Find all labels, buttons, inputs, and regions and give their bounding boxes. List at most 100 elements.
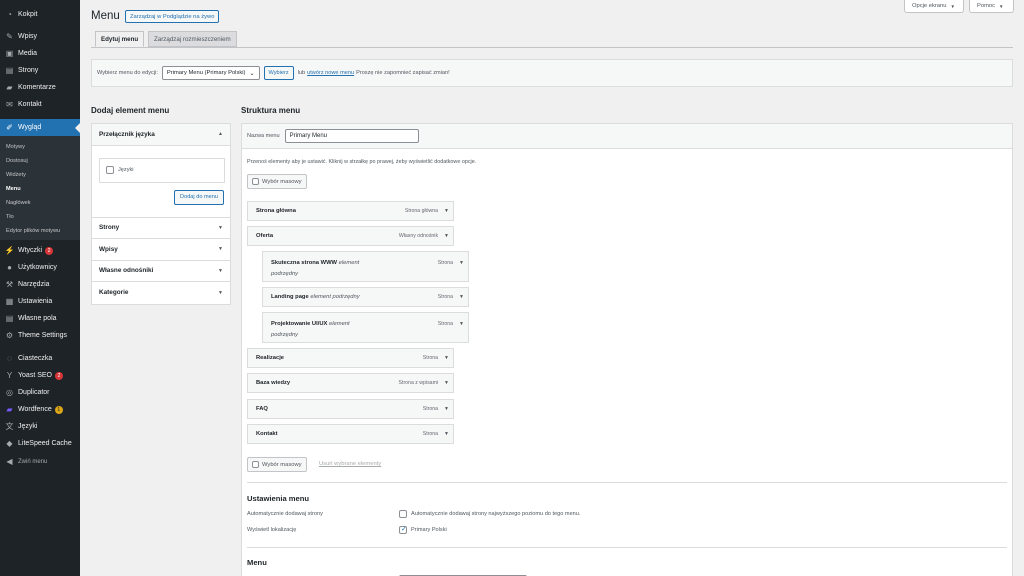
menu-item-subtitle: element podrzędny: [310, 293, 360, 300]
submenu-item-themes[interactable]: Motywy: [6, 144, 25, 150]
caret-down-icon[interactable]: ▼: [444, 208, 449, 214]
caret-down-icon[interactable]: ▼: [459, 294, 464, 300]
sidebar-item-posts[interactable]: ✎ Wpisy: [0, 28, 80, 45]
tab-manage-locations[interactable]: Zarządzaj rozmieszczeniem: [148, 31, 237, 47]
location-label: Wyświetl lokalizację: [247, 527, 297, 533]
menu-item-child[interactable]: Projektowanie UI/UX element podrzędny Stro…: [262, 312, 469, 343]
screen-options-label: Opcje ekranu: [912, 3, 947, 9]
select-button[interactable]: Wybierz: [263, 66, 294, 80]
languages-option: Języki: [99, 157, 225, 183]
sidebar-item-label: Użytkownicy: [18, 264, 57, 271]
remove-selected-link[interactable]: Usuń wybrane elementy: [319, 461, 381, 467]
sidebar-item-plugins[interactable]: ⚡ Wtyczki 2: [0, 242, 80, 259]
sidebar-item-litespeed[interactable]: ◆ LiteSpeed Cache: [0, 435, 80, 452]
settings-icon: ▦: [5, 296, 14, 306]
sidebar-item-languages[interactable]: 文 Języki: [0, 418, 80, 435]
accordion-custom-links[interactable]: Własne odnośniki ▼: [92, 261, 230, 282]
caret-down-icon[interactable]: ▼: [459, 321, 464, 327]
accordion-categories[interactable]: Kategorie ▼: [92, 282, 230, 304]
sidebar-item-dashboard[interactable]: ◔ Kokpit: [0, 6, 80, 23]
menu-item-type: Strona: [422, 406, 439, 412]
accordion-pages[interactable]: Strony ▼: [92, 218, 230, 239]
dashboard-icon: ◔: [7, 9, 12, 19]
sidebar-item-pages[interactable]: ▤ Strony: [0, 62, 80, 79]
collapse-menu-button[interactable]: ◀ Zwiń menu: [0, 453, 80, 470]
tab-edit-menu[interactable]: Edytuj menu: [95, 31, 145, 47]
menu-item-type: Strona z wpisami: [398, 380, 439, 386]
caret-down-icon[interactable]: ▼: [444, 380, 449, 386]
menu-name-input[interactable]: Primary Menu: [284, 129, 419, 143]
sidebar-item-settings[interactable]: ▦ Ustawienia: [0, 293, 80, 310]
sidebar-item-yoast[interactable]: Y Yoast SEO 2: [0, 367, 80, 384]
sidebar-item-custom-fields[interactable]: ▤ Własne pola: [0, 310, 80, 327]
sidebar-item-users[interactable]: ● Użytkownicy: [0, 259, 80, 276]
languages-checkbox[interactable]: [106, 166, 114, 174]
sidebar-item-label: Theme Settings: [18, 332, 68, 339]
sidebar-item-media[interactable]: ▣ Media: [0, 45, 80, 62]
menu-select[interactable]: Primary Menu (Primary Polski) ⌄: [161, 66, 260, 80]
menu-item[interactable]: Strona główna Strona główna ▼: [247, 201, 454, 221]
sidebar-item-cookies[interactable]: ◌ Ciasteczka: [0, 350, 80, 367]
users-icon: ●: [7, 262, 12, 272]
menu-item-title: Projektowanie UI/UX: [271, 321, 328, 327]
menu-item[interactable]: FAQ Strona ▼: [247, 399, 454, 419]
bulk-select-checkbox[interactable]: [252, 178, 259, 185]
appearance-submenu: Motywy Dostosuj Widżety Menu Nagłówek Tł…: [0, 136, 80, 240]
caret-down-icon[interactable]: ▼: [444, 406, 449, 412]
location-checkbox[interactable]: [399, 525, 407, 534]
menu-item[interactable]: Oferta Własny odnośnik ▼: [247, 226, 454, 246]
submenu-item-widgets[interactable]: Widżety: [6, 172, 26, 178]
create-menu-link[interactable]: utwórz nowe menu: [307, 70, 354, 76]
submenu-item-menus[interactable]: Menu: [6, 186, 21, 192]
menu-item-type: Własny odnośnik: [398, 233, 439, 239]
bulk-select-button-top[interactable]: Wybór masowy: [247, 174, 307, 189]
sidebar-item-duplicator[interactable]: ◎ Duplicator: [0, 384, 80, 401]
accordion-posts[interactable]: Wpisy ▼: [92, 239, 230, 261]
live-preview-button[interactable]: Zarządzaj w Podglądzie na żywo: [125, 10, 220, 23]
bulk-select-button-bottom[interactable]: Wybór masowy: [247, 457, 307, 472]
screen-options-button[interactable]: Opcje ekranu ▼: [904, 0, 964, 13]
submenu-item-header[interactable]: Nagłówek: [6, 200, 31, 206]
select-menu-label: Wybierz menu do edycji:: [97, 70, 158, 76]
caret-down-icon[interactable]: ▼: [444, 233, 449, 239]
submenu-item-background[interactable]: Tło: [6, 214, 14, 220]
menu-item-type: Strona: [437, 321, 454, 327]
bulk-select-checkbox[interactable]: [252, 461, 259, 468]
wrench-icon: ⚒: [5, 279, 14, 289]
add-to-menu-button[interactable]: Dodaj do menu: [174, 189, 224, 205]
wordfence-icon: ▰: [6, 404, 13, 414]
caret-down-icon[interactable]: ▼: [444, 355, 449, 361]
help-button[interactable]: Pomoc ▼: [969, 0, 1014, 13]
structure-heading: Struktura menu: [241, 106, 301, 115]
duplicator-icon: ◎: [6, 387, 13, 397]
menu-item[interactable]: Realizacje Strona ▼: [247, 348, 454, 368]
menu-item-title: Baza wiedzy: [256, 379, 291, 386]
media-icon: ▣: [5, 48, 14, 58]
menu-item[interactable]: Baza wiedzy Strona z wpisami ▼: [247, 373, 454, 393]
sidebar-item-label: Własne pola: [18, 315, 57, 322]
submenu-item-theme-editor[interactable]: Edytor plików motywu: [6, 228, 60, 234]
sidebar-item-appearance[interactable]: ✐ Wygląd: [0, 119, 80, 136]
menu-item-child[interactable]: Landing page element podrzędny Strona ▼: [262, 287, 469, 307]
sidebar-item-tools[interactable]: ⚒ Narzędzia: [0, 276, 80, 293]
menu-select-value: Primary Menu (Primary Polski): [166, 70, 246, 76]
menu-item-title: Strona główna: [256, 207, 296, 214]
menu-item-subtitle: element: [329, 321, 350, 327]
sidebar-item-contact[interactable]: ✉ Kontakt: [0, 96, 80, 113]
sidebar-item-label: Ciasteczka: [18, 355, 53, 362]
accordion-language-switcher[interactable]: Przełącznik języka ▲: [92, 124, 230, 146]
sidebar-item-comments[interactable]: ▰ Komentarze: [0, 79, 80, 96]
sidebar-item-theme-settings[interactable]: ⚙ Theme Settings: [0, 327, 80, 344]
sidebar-item-wordfence[interactable]: ▰ Wordfence 1: [0, 401, 80, 418]
menu-item-child[interactable]: Skuteczna strona WWW element podrzędny Str…: [262, 251, 469, 282]
submenu-item-customize[interactable]: Dostosuj: [6, 158, 28, 164]
caret-down-icon[interactable]: ▼: [459, 260, 464, 266]
collapse-label: Zwiń menu: [18, 458, 48, 465]
menu-item-subtitle: element: [338, 260, 360, 266]
menu-item-title: Landing page: [271, 293, 309, 300]
menu-item[interactable]: Kontakt Strona ▼: [247, 424, 454, 444]
auto-add-checkbox[interactable]: [399, 510, 407, 518]
translate-icon: 文: [5, 421, 14, 431]
caret-down-icon[interactable]: ▼: [444, 431, 449, 437]
sidebar-item-label: Wtyczki: [18, 247, 43, 254]
